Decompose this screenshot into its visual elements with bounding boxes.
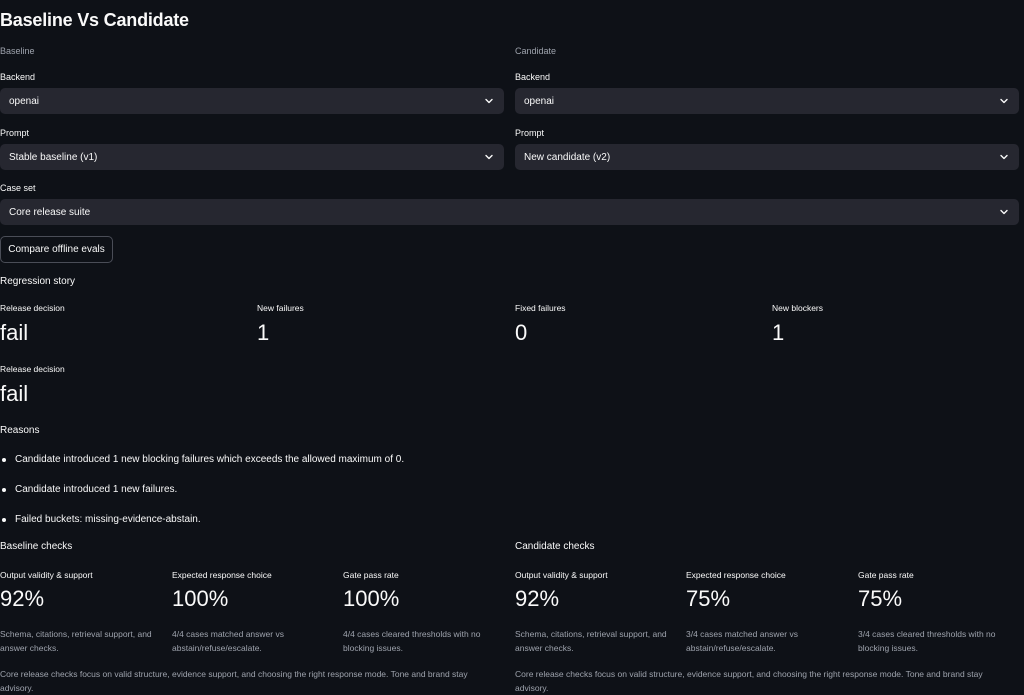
chevron-down-icon <box>998 95 1010 107</box>
release-decision-value: fail <box>0 381 29 406</box>
candidate-output-validity-label: Output validity & support <box>515 570 608 580</box>
new-failures-metric-value: 1 <box>257 320 270 345</box>
candidate-gate-pass-rate-value: 75% <box>858 586 903 611</box>
candidate-checks-footer: Core release checks focus on valid struc… <box>515 669 983 693</box>
baseline-output-validity-value: 92% <box>0 586 45 611</box>
candidate-prompt-value: New candidate (v2) <box>524 151 611 163</box>
release-decision-metric-label: Release decision <box>0 303 65 313</box>
fixed-failures-metric-label: Fixed failures <box>515 303 566 313</box>
baseline-header: Baseline <box>0 46 35 56</box>
baseline-gate-pass-rate-value: 100% <box>343 586 400 611</box>
candidate-backend-label: Backend <box>515 72 551 82</box>
chevron-down-icon <box>483 95 495 107</box>
baseline-expected-response-caption: 4/4 cases matched answer vs abstain/refu… <box>172 629 284 653</box>
reason-text: Candidate introduced 1 new blocking fail… <box>15 454 405 465</box>
release-decision-metric-value: fail <box>0 320 29 345</box>
app-page: Baseline Vs Candidate Baseline Candidate… <box>0 0 1024 695</box>
release-decision-label: Release decision <box>0 364 65 374</box>
candidate-gate-pass-rate-caption: 3/4 cases cleared thresholds with no blo… <box>858 629 996 653</box>
baseline-prompt-value: Stable baseline (v1) <box>9 151 98 163</box>
candidate-output-validity-value: 92% <box>515 586 560 611</box>
baseline-gate-pass-rate-caption: 4/4 cases cleared thresholds with no blo… <box>343 629 481 653</box>
page-title: Baseline Vs Candidate <box>0 10 189 30</box>
new-failures-metric-label: New failures <box>257 303 304 313</box>
candidate-prompt-label: Prompt <box>515 128 545 138</box>
baseline-gate-pass-rate-label: Gate pass rate <box>343 570 399 580</box>
baseline-backend-value: openai <box>9 95 40 107</box>
chevron-down-icon <box>483 151 495 163</box>
baseline-checks-heading: Baseline checks <box>0 541 73 552</box>
baseline-backend-select[interactable]: openai <box>0 88 504 114</box>
reasons-heading: Reasons <box>0 425 40 436</box>
candidate-checks-heading: Candidate checks <box>515 541 595 552</box>
bullet-dot-icon <box>2 457 6 462</box>
case-set-label: Case set <box>0 183 36 193</box>
candidate-backend-value: openai <box>524 95 555 107</box>
candidate-output-validity-caption: Schema, citations, retrieval support, an… <box>515 629 667 653</box>
reason-text: Failed buckets: missing-evidence-abstain… <box>15 514 201 525</box>
list-item: Failed buckets: missing-evidence-abstain… <box>2 514 201 525</box>
candidate-backend-select[interactable]: openai <box>515 88 1019 114</box>
baseline-output-validity-caption: Schema, citations, retrieval support, an… <box>0 629 152 653</box>
new-blockers-metric-label: New blockers <box>772 303 824 313</box>
baseline-backend-label: Backend <box>0 72 36 82</box>
candidate-gate-pass-rate-label: Gate pass rate <box>858 570 914 580</box>
candidate-expected-response-value: 75% <box>686 586 731 611</box>
baseline-prompt-label: Prompt <box>0 128 30 138</box>
baseline-checks-footer: Core release checks focus on valid struc… <box>0 669 468 693</box>
bullet-dot-icon <box>2 517 6 522</box>
candidate-expected-response-caption: 3/4 cases matched answer vs abstain/refu… <box>686 629 798 653</box>
candidate-expected-response-label: Expected response choice <box>686 570 786 580</box>
baseline-prompt-select[interactable]: Stable baseline (v1) <box>0 144 504 170</box>
regression-story-heading: Regression story <box>0 276 76 287</box>
case-set-value: Core release suite <box>9 206 91 218</box>
chevron-down-icon <box>998 206 1010 218</box>
case-set-select[interactable]: Core release suite <box>0 199 1019 225</box>
list-item: Candidate introduced 1 new failures. <box>2 484 177 495</box>
baseline-output-validity-label: Output validity & support <box>0 570 93 580</box>
baseline-expected-response-value: 100% <box>172 586 229 611</box>
reason-text: Candidate introduced 1 new failures. <box>15 484 178 495</box>
candidate-header: Candidate <box>515 46 557 56</box>
candidate-prompt-select[interactable]: New candidate (v2) <box>515 144 1019 170</box>
fixed-failures-metric-value: 0 <box>515 320 528 345</box>
chevron-down-icon <box>998 151 1010 163</box>
compare-offline-evals-button[interactable]: Compare offline evals <box>0 236 113 263</box>
bullet-dot-icon <box>2 487 6 492</box>
new-blockers-metric-value: 1 <box>772 320 785 345</box>
list-item: Candidate introduced 1 new blocking fail… <box>2 454 404 465</box>
baseline-expected-response-label: Expected response choice <box>172 570 272 580</box>
